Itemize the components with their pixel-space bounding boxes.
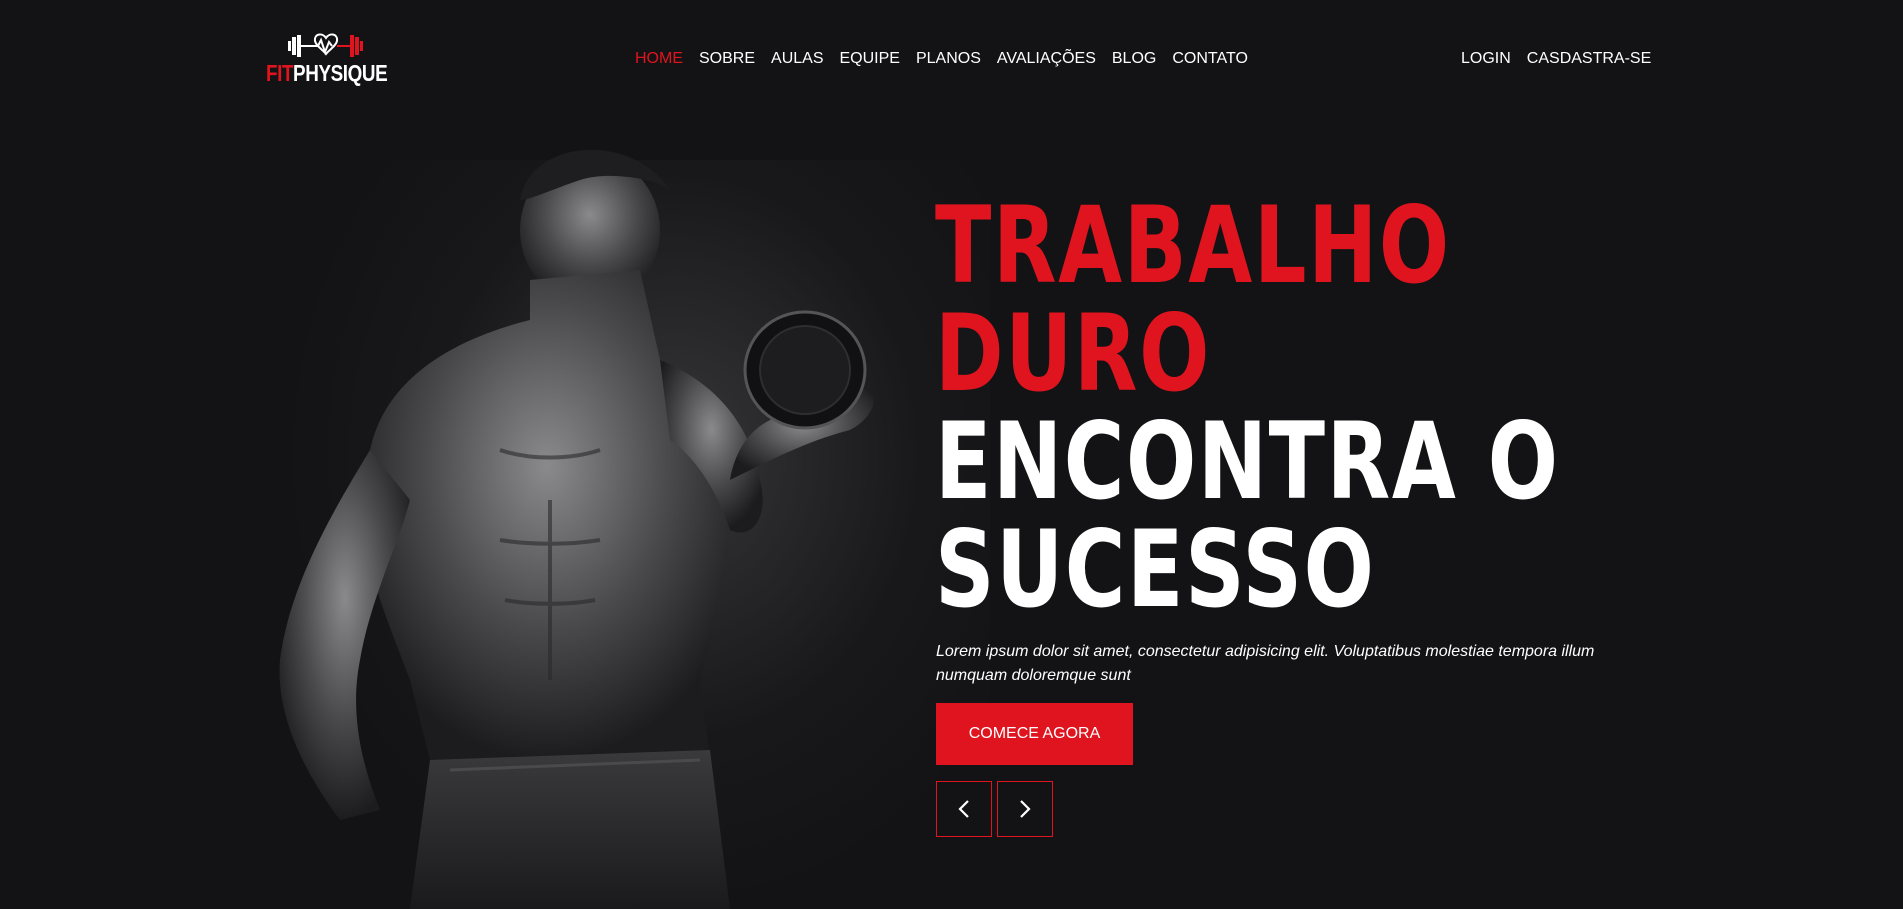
site-header: FITPHYSIQUE HOME SOBRE AULAS EQUIPE PLAN… xyxy=(0,0,1903,120)
main-nav: HOME SOBRE AULAS EQUIPE PLANOS AVALIAÇÕE… xyxy=(635,50,1264,68)
nav-home[interactable]: HOME xyxy=(635,50,683,68)
chevron-left-icon xyxy=(958,800,969,818)
auth-links: LOGIN CASDASTRA-SE xyxy=(1461,50,1667,68)
hero-athlete-image xyxy=(230,120,990,909)
headline-line-2: DURO xyxy=(935,292,1211,415)
dumbbell-heart-icon xyxy=(288,33,363,57)
hero-lead-text: Lorem ipsum dolor sit amet, consectetur … xyxy=(936,643,1595,684)
slider-next-button[interactable] xyxy=(997,781,1053,837)
nav-planos[interactable]: PLANOS xyxy=(916,50,981,68)
headline-line-4: SUCESSO xyxy=(935,508,1376,631)
brand-physique: PHYSIQUE xyxy=(293,60,388,86)
nav-equipe[interactable]: EQUIPE xyxy=(839,50,899,68)
brand-fit: FIT xyxy=(266,60,294,86)
nav-aulas[interactable]: AULAS xyxy=(771,50,823,68)
headline-line-3: ENCONTRA O xyxy=(935,400,1560,523)
nav-avaliacoes[interactable]: AVALIAÇÕES xyxy=(997,50,1096,68)
start-now-button[interactable]: COMECE AGORA xyxy=(936,703,1133,765)
nav-contato[interactable]: CONTATO xyxy=(1172,50,1248,68)
headline-line-1: TRABALHO xyxy=(935,184,1451,307)
nav-blog[interactable]: BLOG xyxy=(1112,50,1156,68)
brand-logo[interactable]: FITPHYSIQUE xyxy=(266,30,388,90)
login-link[interactable]: LOGIN xyxy=(1461,50,1511,68)
hero-headline: TRABALHO DURO ENCONTRA O SUCESSO xyxy=(935,192,1560,624)
nav-sobre[interactable]: SOBRE xyxy=(699,50,755,68)
slider-prev-button[interactable] xyxy=(936,781,992,837)
athlete-silhouette xyxy=(279,149,874,909)
chevron-right-icon xyxy=(1020,800,1031,818)
brand-wordmark: FITPHYSIQUE xyxy=(266,60,388,87)
slider-controls xyxy=(936,781,1053,837)
register-link[interactable]: CASDASTRA-SE xyxy=(1527,50,1651,68)
